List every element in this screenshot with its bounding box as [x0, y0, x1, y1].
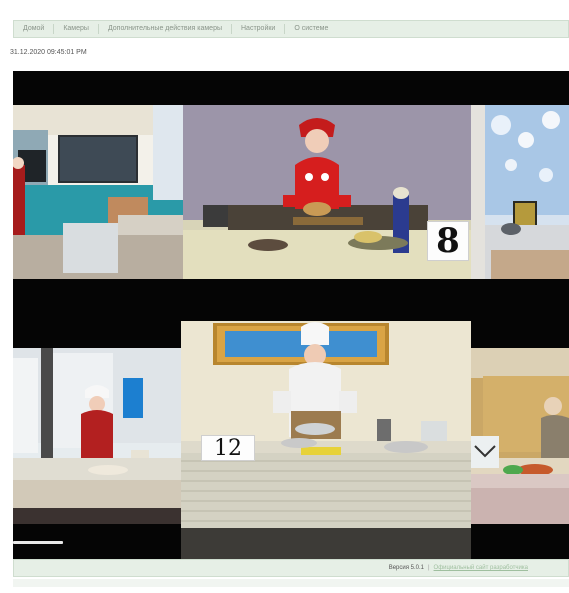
camera-tile-bottom-right[interactable]	[471, 348, 569, 524]
top-navigation-bar: Домой Камеры Дополнительные действия кам…	[13, 20, 569, 38]
footer-bar: Версия 5.0.1 | Официальный сайт разработ…	[13, 559, 569, 577]
nav-item-settings[interactable]: Настройки	[232, 24, 286, 34]
footer-version: Версия 5.0.1	[388, 565, 424, 571]
camera-tile-bottom-center[interactable]: 12	[181, 321, 471, 559]
footer-separator: |	[427, 565, 430, 571]
nav-item-extra[interactable]: Дополнительные действия камеры	[99, 24, 232, 34]
footer-developer-link[interactable]: Официальный сайт разработчика	[434, 565, 528, 571]
camera-tile-top-right[interactable]	[471, 105, 569, 279]
nav-item-home[interactable]: Домой	[14, 24, 55, 34]
camera-feed-image	[471, 105, 569, 279]
camera-tile-top-left[interactable]	[13, 105, 183, 279]
participant-number-card: 8	[427, 221, 469, 261]
video-stage[interactable]: 8 12	[13, 71, 569, 559]
bottom-strip	[13, 579, 569, 587]
camera-feed-image	[471, 348, 569, 524]
camera-tile-bottom-left[interactable]	[13, 348, 181, 524]
playback-progress-bar[interactable]	[13, 541, 63, 544]
camera-tile-top-center[interactable]: 8	[183, 105, 471, 279]
video-timestamp: 31.12.2020 09:45:01 PM	[10, 49, 87, 56]
participant-number-card: 12	[201, 435, 255, 461]
nav-item-about[interactable]: О системе	[285, 24, 337, 34]
camera-feed-image	[13, 105, 183, 279]
nav-item-cameras[interactable]: Камеры	[54, 24, 99, 34]
camera-feed-image	[13, 348, 181, 524]
